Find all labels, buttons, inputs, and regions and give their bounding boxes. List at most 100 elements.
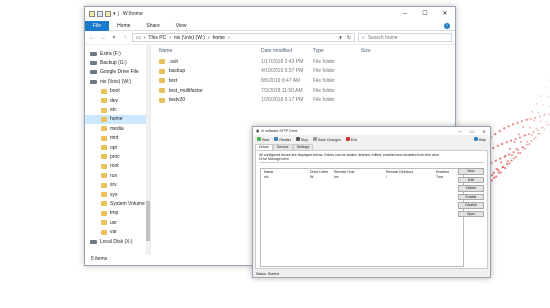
- tab-file[interactable]: File: [85, 20, 110, 31]
- breadcrumb-home[interactable]: home: [213, 35, 226, 41]
- sftp-title-bar: ▣ /n software SFTP Drive ─ ☐ ✕: [253, 127, 490, 135]
- new-folder-icon[interactable]: [105, 11, 111, 17]
- navigation-scrollbar[interactable]: [146, 45, 150, 255]
- nav-item[interactable]: proc: [85, 152, 150, 161]
- header-drive-letter[interactable]: Drive Letter: [310, 170, 334, 174]
- decor-dot: [494, 132, 497, 136]
- properties-icon[interactable]: [97, 11, 103, 17]
- address-bar[interactable]: ▭ › This PC › nix (\\nix) (W:) › home › …: [132, 33, 355, 42]
- tab-share[interactable]: Share: [138, 21, 167, 31]
- nav-item[interactable]: boot: [85, 87, 150, 96]
- disable-button[interactable]: Disable: [458, 202, 484, 209]
- folder-icon: [101, 163, 107, 169]
- nav-item[interactable]: sys: [85, 190, 150, 199]
- stop-button[interactable]: Stop: [295, 137, 308, 142]
- play-icon: [257, 137, 261, 141]
- nav-item[interactable]: mnt: [85, 134, 150, 143]
- search-box[interactable]: ⌕ Search home: [358, 33, 452, 42]
- forward-arrow-icon[interactable]: →: [99, 35, 107, 41]
- decor-dot: [508, 147, 512, 150]
- file-row[interactable]: testv20 1/26/2018 5:17 PM File folder: [155, 95, 455, 105]
- address-dropdown-icon[interactable]: ▾: [339, 35, 342, 41]
- header-remote-host[interactable]: Remote Host: [334, 170, 386, 174]
- nav-item[interactable]: run: [85, 171, 150, 180]
- nav-item[interactable]: Extra (F:): [85, 49, 150, 58]
- decor-dot: [519, 152, 522, 154]
- folder-icon: [159, 59, 165, 65]
- breadcrumb-this-pc[interactable]: This PC: [148, 35, 166, 41]
- table-header-row: Name Drive Letter Remote Host Remote Dir…: [261, 169, 463, 174]
- folder-icon[interactable]: [89, 11, 95, 17]
- nav-item[interactable]: System Volume: [85, 199, 150, 208]
- back-arrow-icon[interactable]: ←: [88, 35, 96, 41]
- tab-view[interactable]: View: [168, 21, 195, 31]
- file-name: testv20: [169, 97, 186, 104]
- nav-item[interactable]: dev: [85, 96, 150, 105]
- decor-dot: [517, 152, 520, 155]
- open-button[interactable]: Open: [458, 210, 484, 217]
- nav-item[interactable]: tmp: [85, 209, 150, 218]
- nav-item[interactable]: home: [85, 114, 150, 125]
- nav-item[interactable]: nix (\\nix) (W:): [85, 77, 150, 86]
- help-icon[interactable]: ?: [444, 22, 450, 29]
- drive-management-heading: Drive Management: [259, 157, 289, 161]
- folder-icon: [101, 88, 107, 94]
- start-button[interactable]: Start: [257, 137, 269, 142]
- column-date-modified[interactable]: Date modified: [261, 48, 313, 54]
- decor-dot: [508, 162, 511, 165]
- nav-item[interactable]: Backup (G:): [85, 58, 150, 67]
- nav-item[interactable]: Local Disk (X:): [85, 237, 150, 246]
- close-button[interactable]: ✕: [435, 7, 455, 21]
- recent-locations-icon[interactable]: ▾: [110, 34, 118, 41]
- minimize-button[interactable]: ─: [395, 7, 415, 21]
- help-button[interactable]: Help: [473, 137, 486, 142]
- tab-home[interactable]: Home: [109, 21, 138, 31]
- nav-item[interactable]: root: [85, 162, 150, 171]
- breadcrumb-drive[interactable]: nix (\\nix) (W:): [174, 35, 205, 41]
- sftp-status: Status: Started: [256, 272, 280, 276]
- close-button[interactable]: ✕: [478, 129, 490, 134]
- file-row[interactable]: .ssh 1/17/2018 2:43 PM File folder: [155, 57, 455, 67]
- restart-button[interactable]: Restart: [274, 137, 291, 142]
- table-row[interactable]: nix W: nix / True: [261, 174, 463, 179]
- cell-enabled: True: [436, 174, 444, 179]
- up-arrow-icon[interactable]: ↑: [121, 35, 129, 41]
- restart-icon: [274, 137, 279, 141]
- folder-icon: [101, 126, 107, 132]
- nav-item[interactable]: usr: [85, 218, 150, 227]
- maximize-button[interactable]: ☐: [466, 129, 478, 134]
- maximize-button[interactable]: ☐: [415, 7, 435, 21]
- search-input[interactable]: Search home: [368, 35, 398, 41]
- enable-button[interactable]: Enable: [458, 193, 484, 200]
- nav-item[interactable]: var: [85, 227, 150, 236]
- folder-icon: [101, 220, 107, 226]
- header-remote-directory[interactable]: Remote Directory: [386, 170, 436, 174]
- chevron-down-icon[interactable]: ▾: [113, 11, 116, 17]
- nav-item[interactable]: opt: [85, 143, 150, 152]
- scrollbar-thumb[interactable]: [146, 201, 150, 241]
- column-name[interactable]: Name: [155, 48, 261, 54]
- cell-remote-directory: /: [386, 174, 387, 179]
- file-row[interactable]: test 8/5/2019 8:47 AM File folder: [155, 76, 455, 86]
- header-name[interactable]: Name: [264, 170, 310, 174]
- column-type[interactable]: Type: [313, 48, 361, 54]
- nav-item[interactable]: etc: [85, 105, 150, 114]
- exit-button[interactable]: Exit: [345, 137, 357, 142]
- nav-item[interactable]: srv: [85, 180, 150, 189]
- decor-dot: [499, 171, 502, 174]
- decor-dot: [518, 136, 522, 139]
- header-enabled[interactable]: Enabled: [436, 170, 456, 174]
- nav-item-label: boot: [110, 88, 120, 95]
- file-row[interactable]: backup 4/10/2019 5:37 PM File folder: [155, 67, 455, 77]
- minimize-button[interactable]: ─: [454, 129, 466, 134]
- delete-button[interactable]: Delete: [458, 185, 484, 192]
- nav-item[interactable]: media: [85, 124, 150, 133]
- nav-item[interactable]: Google Drive File: [85, 68, 150, 77]
- save-changes-button[interactable]: Save Changes: [312, 137, 341, 142]
- file-row[interactable]: test_multifactor 7/3/2018 11:50 AM File fo…: [155, 86, 455, 96]
- new-button[interactable]: New: [458, 168, 484, 175]
- column-size[interactable]: Size: [361, 48, 391, 54]
- restart-label: Restart: [279, 138, 291, 142]
- edit-button[interactable]: Edit: [458, 176, 484, 183]
- refresh-icon[interactable]: ↻: [347, 35, 351, 41]
